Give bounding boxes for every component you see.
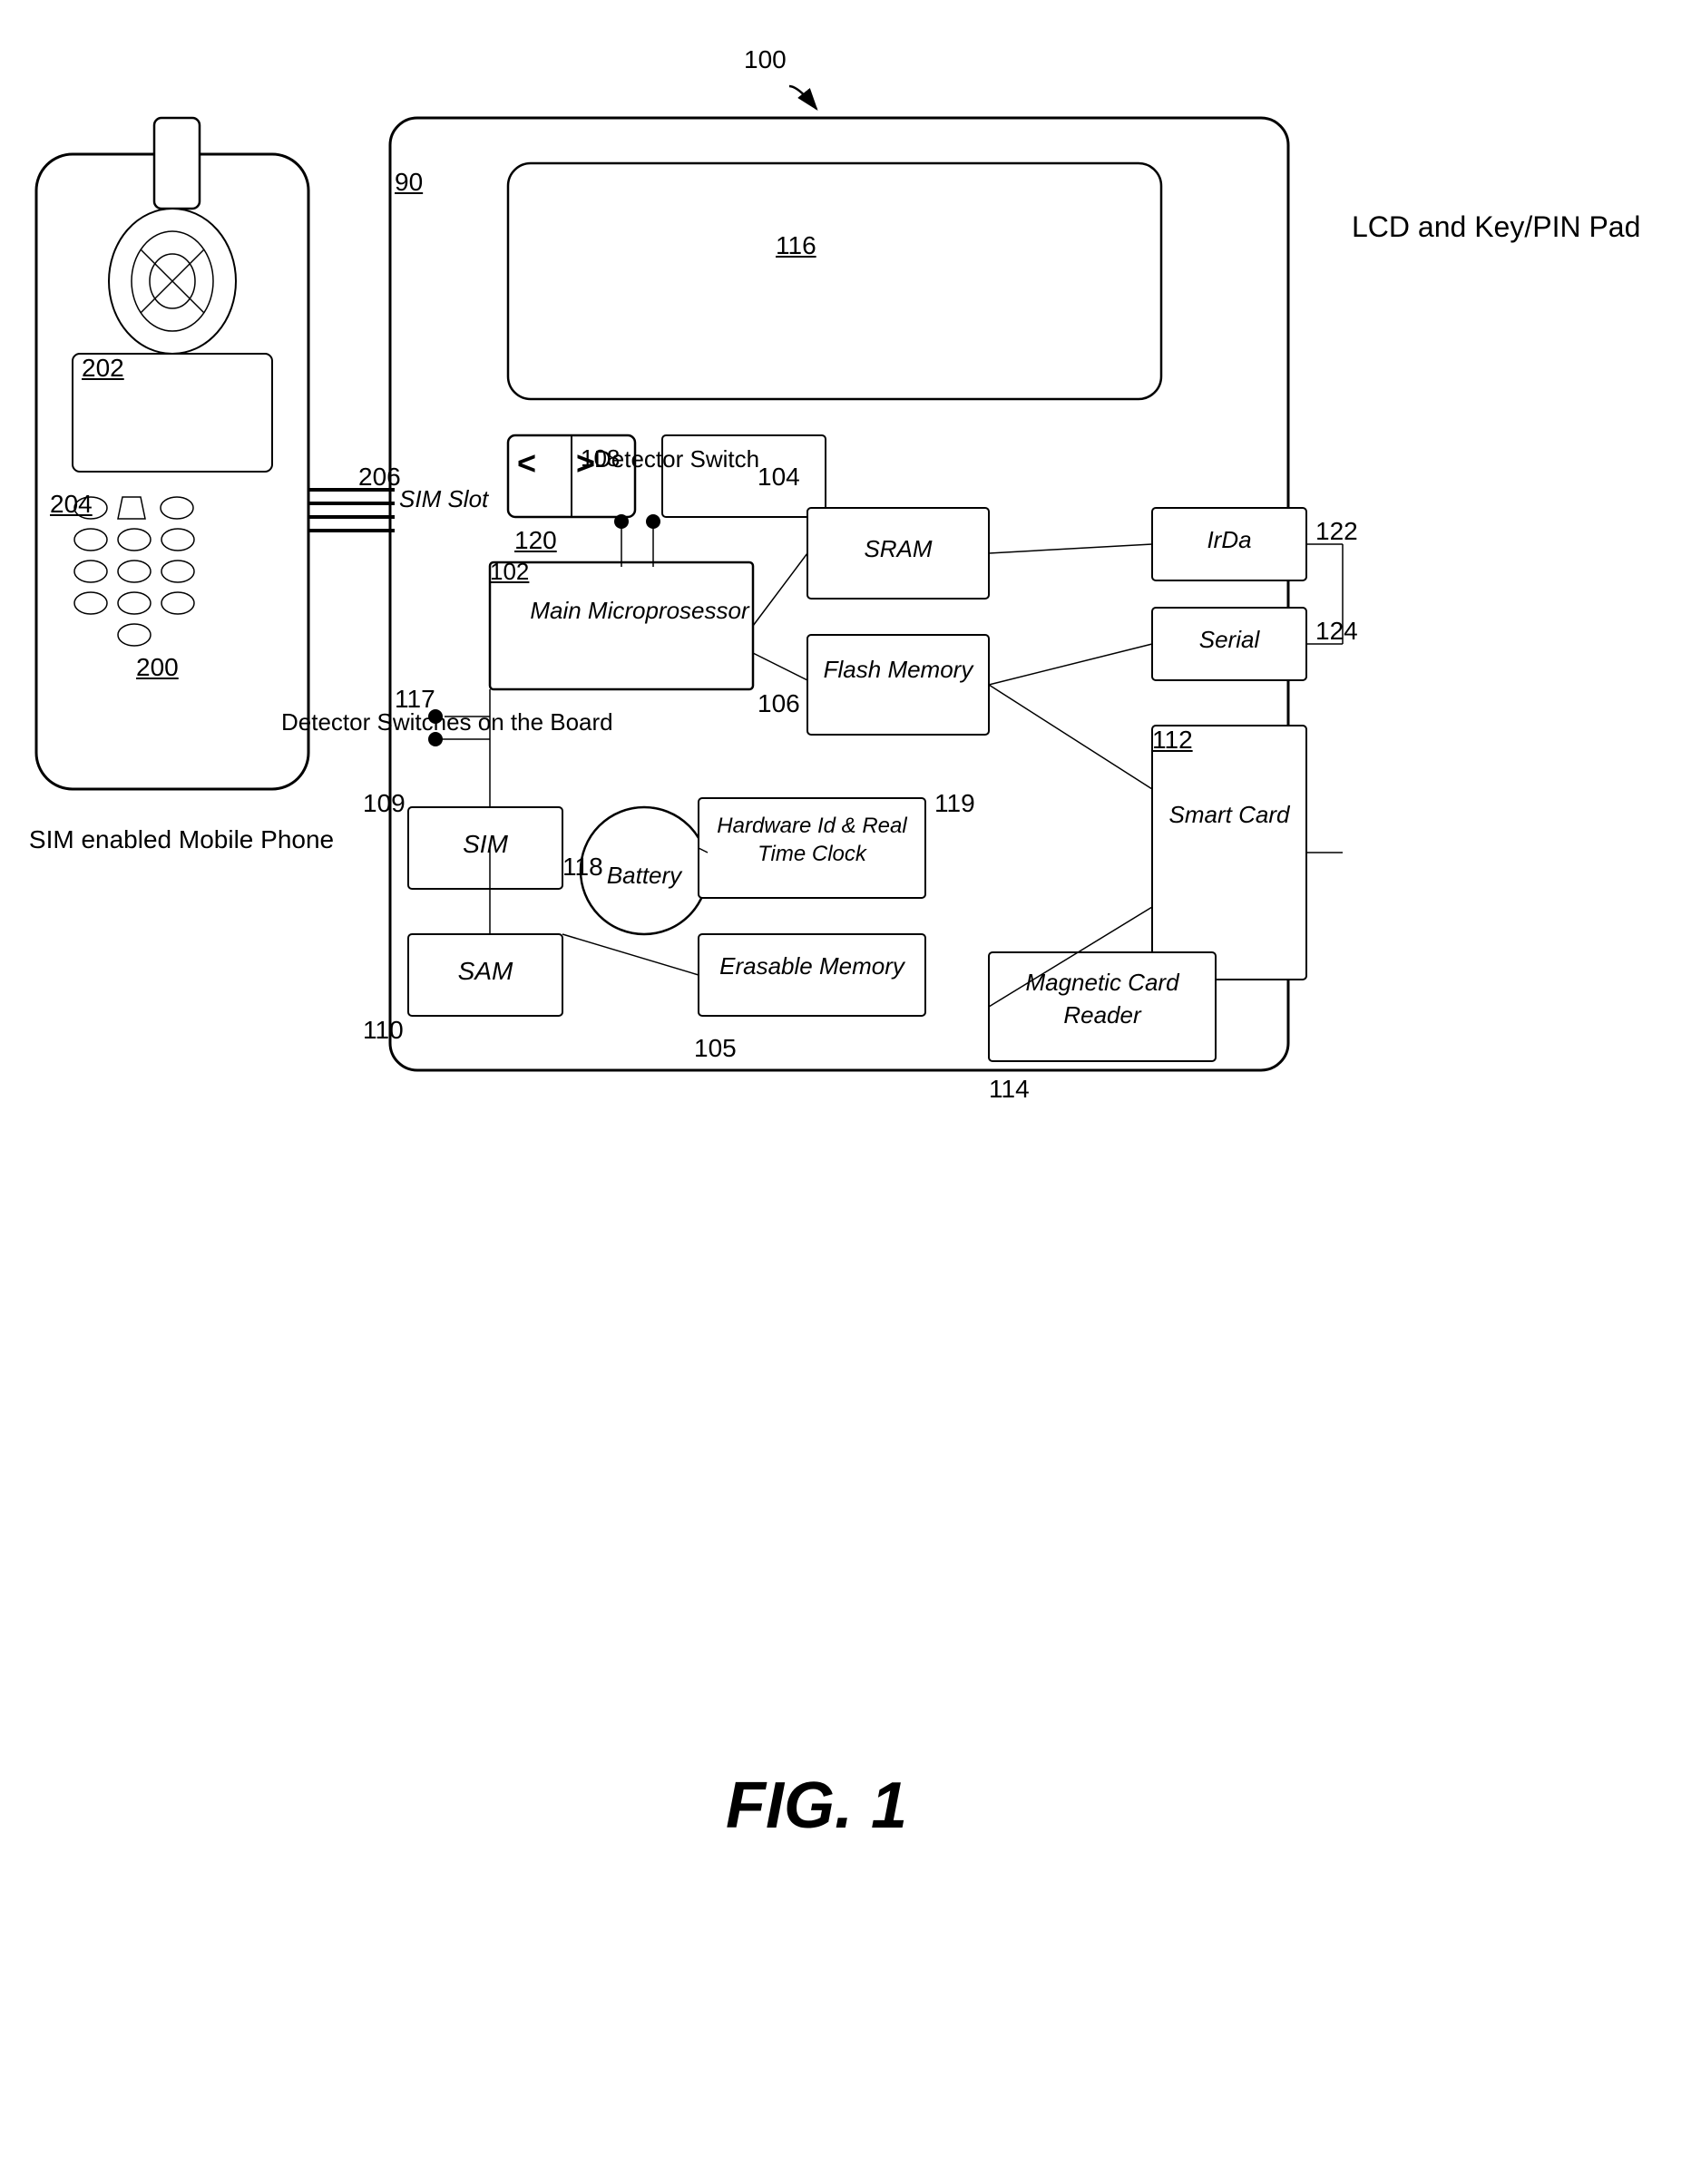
detector-switch-label: Detector Switch — [594, 444, 759, 475]
left-arrow: < — [517, 444, 536, 483]
diagram-svg — [0, 0, 1701, 2184]
detector-switches-board-label: Detector Switches on the Board — [281, 707, 613, 738]
lcd-keypinpad-label: LCD and Key/PIN Pad — [1352, 209, 1640, 247]
ref-105: 105 — [694, 1034, 737, 1063]
battery-label: Battery — [599, 862, 689, 890]
diagram-container: 100 90 LCD and Key/PIN Pad 116 < > 120 1… — [0, 0, 1701, 2184]
magnetic-card-reader-label: Magnetic Card Reader — [989, 966, 1216, 1032]
sim-label: SIM — [408, 830, 562, 859]
ref-202: 202 — [82, 354, 124, 383]
ref-102: 102 — [490, 558, 529, 586]
hardware-id-label: Hardware Id & Real Time Clock — [699, 812, 925, 868]
ref-206: 206 — [358, 463, 401, 492]
ref-118: 118 — [562, 853, 603, 882]
sam-label: SAM — [408, 957, 562, 986]
ref-116: 116 — [776, 231, 816, 260]
ref-200: 200 — [136, 653, 179, 682]
serial-label: Serial — [1152, 626, 1306, 654]
ref-124: 124 — [1315, 617, 1358, 646]
sim-slot-label: SIM Slot — [399, 485, 488, 513]
ref-119: 119 — [934, 789, 975, 818]
ref-106: 106 — [758, 689, 800, 718]
ref-112: 112 — [1152, 726, 1193, 755]
fig-label: FIG. 1 — [544, 1769, 1089, 1843]
erasable-memory-label: Erasable Memory — [699, 952, 925, 980]
ref-122: 122 — [1315, 517, 1358, 546]
ref-114: 114 — [989, 1075, 1030, 1104]
smart-card-label: Smart Card — [1152, 798, 1306, 831]
ref-109: 109 — [363, 789, 406, 818]
main-microprosessor-label: Main Microprosessor — [508, 594, 771, 627]
ref-110: 110 — [363, 1016, 404, 1045]
sram-label: SRAM — [807, 535, 989, 563]
phone-caption: SIM enabled Mobile Phone — [0, 825, 363, 854]
irda-label: IrDa — [1152, 526, 1306, 554]
ref-104: 104 — [758, 463, 800, 492]
ref-204: 204 — [50, 490, 93, 519]
ref-120: 120 — [514, 526, 557, 555]
flash-memory-label: Flash Memory — [807, 653, 989, 686]
ref-100: 100 — [744, 45, 787, 74]
ref-90: 90 — [395, 168, 423, 197]
